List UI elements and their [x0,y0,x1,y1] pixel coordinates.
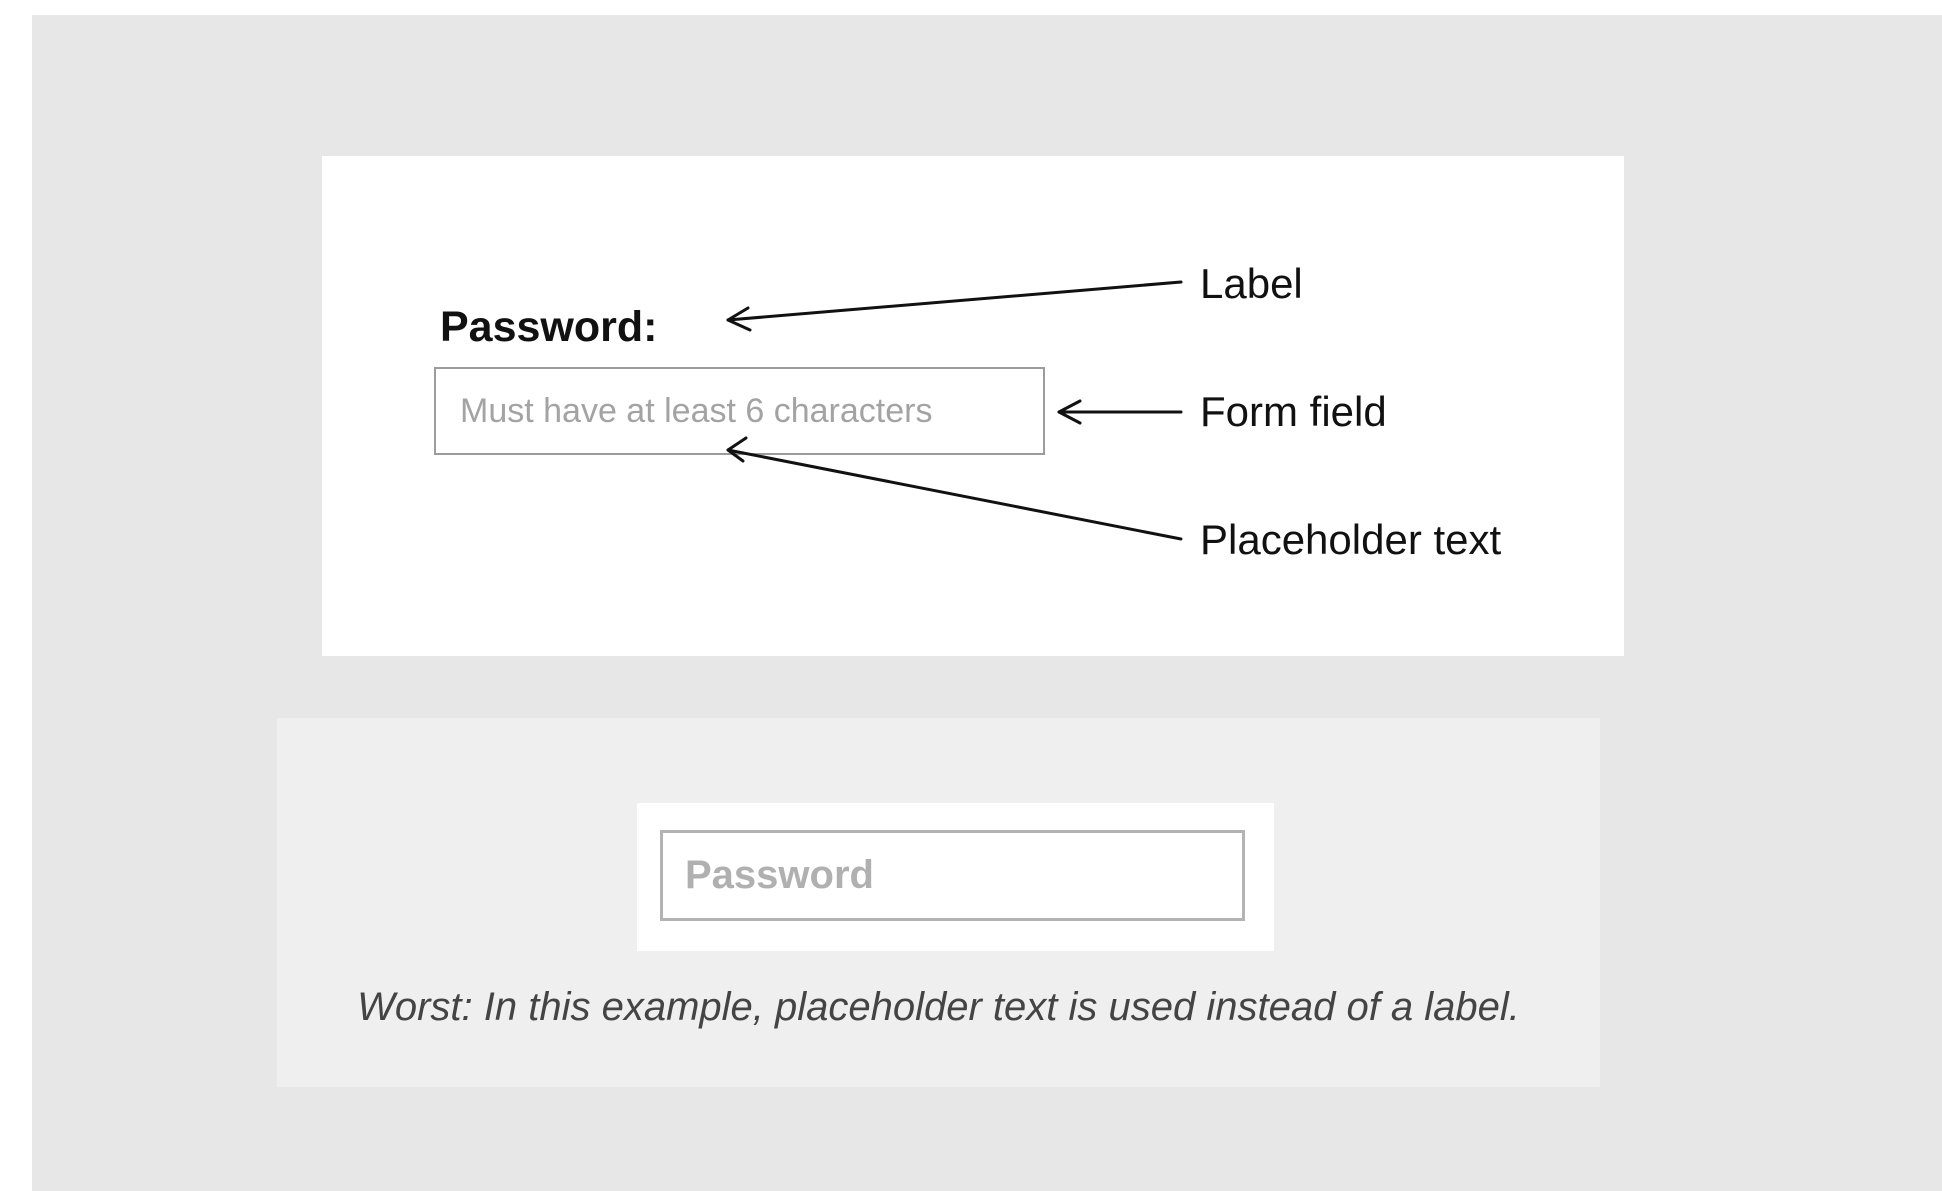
label-arrowhead [726,306,752,332]
worst-example-panel: Worst: In this example, placeholder text… [277,718,1600,1087]
placeholder-arrow-line [726,448,1183,541]
example-caption: Worst: In this example, placeholder text… [357,985,1520,1029]
annotation-placeholder-text: Placeholder text [1200,516,1502,563]
password-input[interactable] [660,830,1245,921]
input-card [637,803,1274,951]
page-background: Password: Label Form field Placeholder t… [32,15,1942,1191]
annotation-label: Label [1200,260,1303,307]
form-field-arrowhead [1057,399,1082,425]
password-label: Password: [440,303,658,351]
password-form-field[interactable] [434,367,1045,455]
annotation-form-field: Form field [1200,388,1387,435]
annotated-example-panel: Password: Label Form field Placeholder t… [322,156,1624,656]
label-arrow-line [726,280,1183,322]
